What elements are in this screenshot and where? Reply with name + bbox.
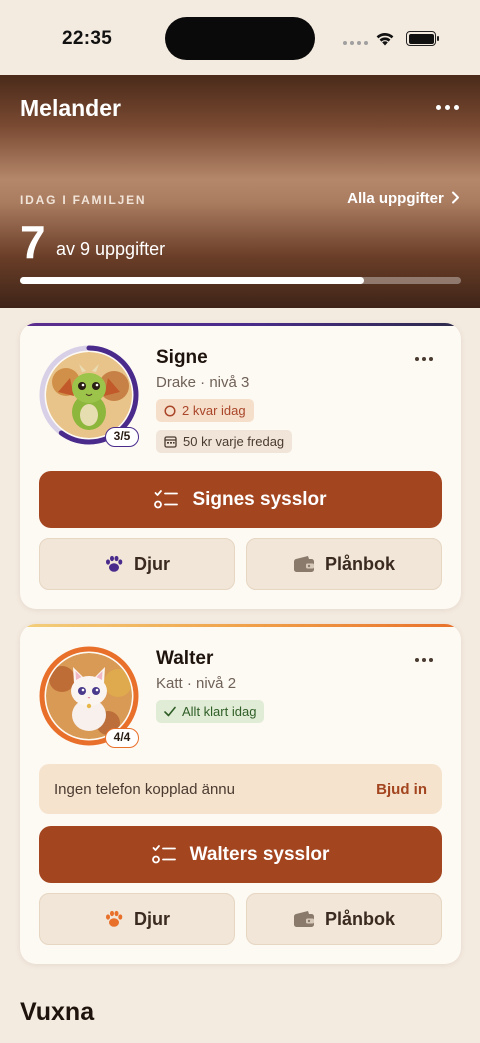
card-accent-line — [20, 624, 461, 627]
tasks-left-text: 2 kvar idag — [182, 403, 246, 418]
status-bar: 22:35 — [0, 0, 480, 75]
child-name: Walter — [156, 648, 214, 669]
invite-banner: Ingen telefon kopplad ännu Bjud in — [39, 764, 442, 814]
child-pet-level: Katt · nivå 2 — [156, 675, 237, 692]
dynamic-island — [165, 17, 315, 60]
chores-button-label: Signes sysslor — [192, 488, 327, 510]
checkmark-icon — [164, 706, 176, 717]
wifi-icon — [376, 32, 394, 46]
pet-button[interactable]: Djur — [39, 893, 235, 945]
more-options-icon[interactable] — [436, 105, 459, 110]
card-more-options-icon[interactable] — [415, 357, 433, 361]
pet-button[interactable]: Djur — [39, 538, 235, 590]
cat-pet-image — [46, 653, 132, 739]
child-card-walter: 4/4 Walter Katt · nivå 2 Allt klart idag… — [20, 624, 461, 964]
all-done-text: Allt klart idag — [182, 704, 257, 719]
family-header: Melander IDAG I FAMILJEN Alla uppgifter … — [0, 75, 480, 308]
done-count: 7 — [20, 216, 46, 268]
calendar-icon — [164, 436, 177, 448]
card-more-options-icon[interactable] — [415, 658, 433, 662]
avatar[interactable]: 3/5 — [39, 345, 139, 447]
all-done-badge: Allt klart idag — [156, 700, 265, 723]
chores-button-label: Walters sysslor — [189, 843, 330, 865]
circle-icon — [164, 404, 176, 417]
avatar[interactable]: 4/4 — [39, 646, 139, 748]
count-text: av 9 uppgifter — [56, 239, 166, 259]
family-progress-fill — [20, 277, 364, 284]
pet-button-label: Djur — [134, 908, 170, 929]
paw-icon — [106, 910, 123, 927]
battery-icon — [406, 31, 439, 46]
dragon-pet-image — [46, 352, 132, 438]
allowance-text: 50 kr varje fredag — [183, 434, 285, 449]
family-progress-bar — [20, 277, 461, 284]
all-tasks-label: Alla uppgifter — [347, 190, 444, 207]
chores-button[interactable]: Signes sysslor — [39, 471, 442, 528]
wallet-button-label: Plånbok — [324, 908, 395, 929]
chores-button[interactable]: Walters sysslor — [39, 826, 442, 883]
allowance-badge: 50 kr varje fredag — [156, 430, 293, 453]
paw-icon — [106, 555, 123, 572]
child-name: Signe — [156, 347, 208, 368]
today-label: IDAG I FAMILJEN — [20, 193, 147, 207]
all-tasks-link[interactable]: Alla uppgifter — [347, 190, 460, 207]
child-card-signe: 3/5 Signe Drake · nivå 3 2 kvar idag 50 … — [20, 323, 461, 609]
pet-button-label: Djur — [134, 553, 170, 574]
wallet-button-label: Plånbok — [324, 553, 395, 574]
level-progress-badge: 3/5 — [105, 427, 139, 447]
wallet-button[interactable]: Plånbok — [246, 538, 442, 590]
tasks-left-badge: 2 kvar idag — [156, 399, 254, 422]
child-pet-level: Drake · nivå 3 — [156, 374, 250, 391]
wallet-icon — [293, 911, 314, 927]
checklist-icon — [151, 844, 176, 863]
signal-icon — [343, 41, 368, 45]
wallet-icon — [293, 556, 314, 572]
no-phone-text: Ingen telefon kopplad ännu — [54, 780, 235, 798]
family-name: Melander — [20, 95, 121, 121]
chevron-right-icon — [452, 191, 459, 204]
wallet-button[interactable]: Plånbok — [246, 893, 442, 945]
status-time: 22:35 — [62, 28, 113, 49]
level-progress-badge: 4/4 — [105, 728, 139, 748]
card-accent-line — [20, 323, 461, 326]
checklist-icon — [154, 489, 179, 508]
adults-section-heading: Vuxna — [20, 998, 95, 1026]
invite-link[interactable]: Bjud in — [376, 781, 427, 798]
